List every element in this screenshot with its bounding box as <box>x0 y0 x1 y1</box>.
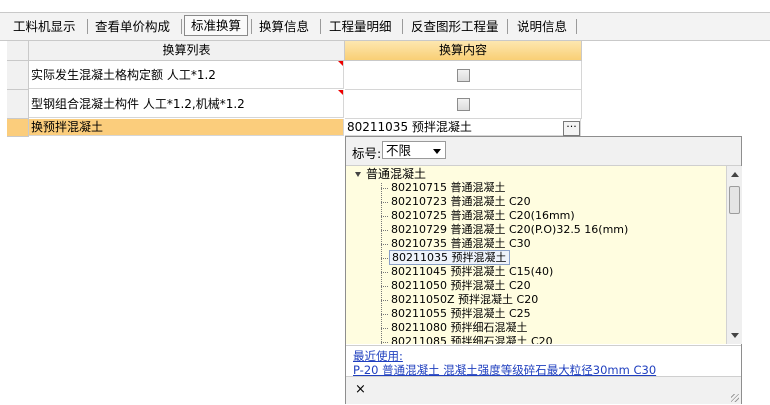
tree-node-root[interactable]: 普通混凝土 <box>355 168 426 181</box>
recent-section: 最近使用: P-20 普通混凝土 混凝土强度等级碎石最大粒径30mm C30 <box>346 345 741 377</box>
row-value: 80211035 预拌混凝土 <box>347 120 472 134</box>
tree-item[interactable]: 80211045 预拌混凝土 C15(40) <box>381 265 555 279</box>
tree-item[interactable]: 80210725 普通混凝土 C20(16mm) <box>381 209 577 223</box>
row-checkbox[interactable] <box>457 69 470 82</box>
tree-item[interactable]: 80211085 预拌细石混凝土 C20 <box>381 335 555 344</box>
tab-separator <box>251 19 252 34</box>
tree-item[interactable]: 80210729 普通混凝土 C20(P.O)32.5 16(mm) <box>381 223 630 237</box>
row-value-cell[interactable] <box>345 61 582 90</box>
header-conversion-list[interactable]: 换算列表 <box>29 41 345 61</box>
row-value-cell[interactable]: 80211035 预拌混凝土 <box>345 119 581 136</box>
tree-item[interactable]: 80211080 预拌细石混凝土 <box>381 321 529 335</box>
tree-item[interactable]: 80210715 普通混凝土 <box>381 181 508 195</box>
chevron-down-icon <box>433 149 441 154</box>
tab-bar: 工料机显示 查看单价构成 标准换算 换算信息 工程量明细 反查图形工程量 说明信… <box>0 13 770 41</box>
row-value-cell[interactable] <box>345 90 582 119</box>
row-label: 换预拌混凝土 <box>31 120 104 134</box>
expand-icon[interactable] <box>355 172 361 177</box>
tab-description[interactable]: 说明信息 <box>511 16 573 37</box>
scroll-down-icon[interactable] <box>731 333 739 338</box>
tab-separator <box>320 19 321 34</box>
table-row-selected[interactable]: 换预拌混凝土 <box>29 119 344 136</box>
row-label: 实际发生混凝土格构定额 人工*1.2 <box>31 68 216 82</box>
tab-standard-conversion[interactable]: 标准换算 <box>184 15 249 36</box>
tree-item[interactable]: 80211050 预拌混凝土 C20 <box>381 279 533 293</box>
top-strip <box>0 0 770 13</box>
row-label: 型钢组合混凝土构件 人工*1.2,机械*1.2 <box>31 97 245 111</box>
tab-reverse-graphic[interactable]: 反查图形工程量 <box>405 16 505 37</box>
table-row[interactable]: 型钢组合混凝土构件 人工*1.2,机械*1.2 <box>29 90 344 118</box>
filter-bar: 标号: 不限 <box>346 137 741 166</box>
grade-label: 标号: <box>352 146 382 161</box>
tab-separator <box>402 19 403 34</box>
tree-root-label: 普通混凝土 <box>366 167 427 181</box>
concrete-picker-popup: 标号: 不限 普通混凝土 80210715 普通混凝土 80210723 普通混… <box>345 136 742 404</box>
tree-item-selected[interactable]: 80211035 预拌混凝土 <box>381 250 510 265</box>
tree-item[interactable]: 80210735 普通混凝土 C30 <box>381 237 533 251</box>
header-conversion-content[interactable]: 换算内容 <box>345 41 582 61</box>
tree-scrollbar[interactable] <box>726 166 742 344</box>
tab-material-machine[interactable]: 工料机显示 <box>7 16 82 37</box>
tab-separator <box>87 19 88 34</box>
tab-conversion-info[interactable]: 换算信息 <box>253 16 315 37</box>
comment-marker <box>338 61 343 66</box>
grid-corner <box>7 41 29 61</box>
material-tree[interactable]: 普通混凝土 80210715 普通混凝土 80210723 普通混凝土 C20 … <box>346 166 726 344</box>
tab-separator <box>507 19 508 34</box>
scroll-thumb[interactable] <box>729 186 740 214</box>
resize-grip-icon[interactable] <box>731 394 739 402</box>
comment-marker <box>338 90 343 95</box>
row-indicator[interactable] <box>7 90 29 119</box>
tab-quantity-detail[interactable]: 工程量明细 <box>323 16 398 37</box>
row-indicator[interactable] <box>7 119 29 137</box>
tree-item[interactable]: 80210723 普通混凝土 C20 <box>381 195 533 209</box>
close-button[interactable]: × <box>355 382 366 397</box>
grade-select[interactable]: 不限 <box>382 141 446 159</box>
tab-separator <box>181 19 182 34</box>
tab-unit-price[interactable]: 查看单价构成 <box>89 16 176 37</box>
ellipsis-button[interactable]: ··· <box>563 121 580 136</box>
popup-bottom-bar: × <box>346 376 741 404</box>
grade-select-value: 不限 <box>386 143 412 158</box>
tree-item[interactable]: 80211050Z 预拌混凝土 C20 <box>381 293 540 307</box>
scroll-up-icon[interactable] <box>731 172 739 177</box>
tree-item[interactable]: 80211055 预拌混凝土 C25 <box>381 307 533 321</box>
table-row[interactable]: 实际发生混凝土格构定额 人工*1.2 <box>29 61 344 89</box>
row-checkbox[interactable] <box>457 98 470 111</box>
tab-separator <box>576 19 577 34</box>
row-indicator[interactable] <box>7 61 29 90</box>
